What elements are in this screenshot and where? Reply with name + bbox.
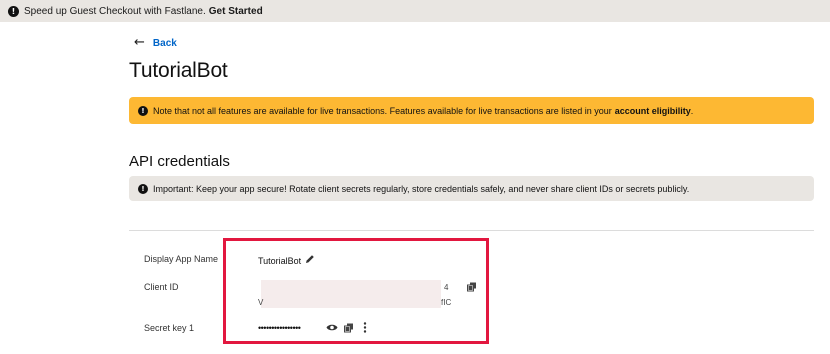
divider bbox=[129, 230, 814, 231]
info-icon: ! bbox=[138, 105, 148, 116]
secret-key-label: Secret key 1 bbox=[144, 323, 195, 333]
client-id-fragment-start: V bbox=[258, 298, 264, 307]
eye-icon[interactable] bbox=[326, 323, 338, 332]
back-button[interactable]: ← Back bbox=[134, 36, 177, 50]
notice-text: Note that not all features are available… bbox=[153, 105, 612, 116]
fastlane-banner: ! Speed up Guest Checkout with Fastlane.… bbox=[0, 0, 830, 22]
info-icon: ! bbox=[138, 183, 148, 194]
copy-icon[interactable] bbox=[467, 282, 477, 292]
display-app-name-value: TutorialBot bbox=[258, 256, 302, 266]
live-transactions-notice: ! Note that not all features are availab… bbox=[129, 97, 814, 124]
banner-text: Speed up Guest Checkout with Fastlane. bbox=[24, 5, 206, 17]
client-id-redacted bbox=[261, 280, 441, 308]
client-id-fragment-tail: fIC bbox=[441, 298, 452, 307]
copy-icon[interactable] bbox=[344, 323, 354, 333]
back-label: Back bbox=[152, 37, 177, 49]
page-title: TutorialBot bbox=[129, 59, 228, 82]
notice-suffix: . bbox=[690, 105, 694, 116]
more-vertical-icon[interactable] bbox=[362, 322, 368, 333]
secret-key-value: •••••••••••••••• bbox=[258, 323, 301, 333]
info-icon: ! bbox=[8, 5, 19, 17]
security-notice: ! Important: Keep your app secure! Rotat… bbox=[129, 176, 814, 201]
pencil-icon[interactable] bbox=[305, 254, 315, 264]
security-notice-text: Important: Keep your app secure! Rotate … bbox=[153, 183, 690, 194]
api-credentials-heading: API credentials bbox=[129, 153, 230, 170]
back-arrow-icon: ← bbox=[134, 35, 145, 50]
account-eligibility-link[interactable]: account eligibility bbox=[615, 106, 691, 116]
client-id-fragment-end: 4 bbox=[444, 283, 449, 292]
get-started-link[interactable]: Get Started bbox=[209, 6, 263, 17]
client-id-label: Client ID bbox=[144, 282, 179, 292]
display-app-name-label: Display App Name bbox=[144, 254, 219, 264]
